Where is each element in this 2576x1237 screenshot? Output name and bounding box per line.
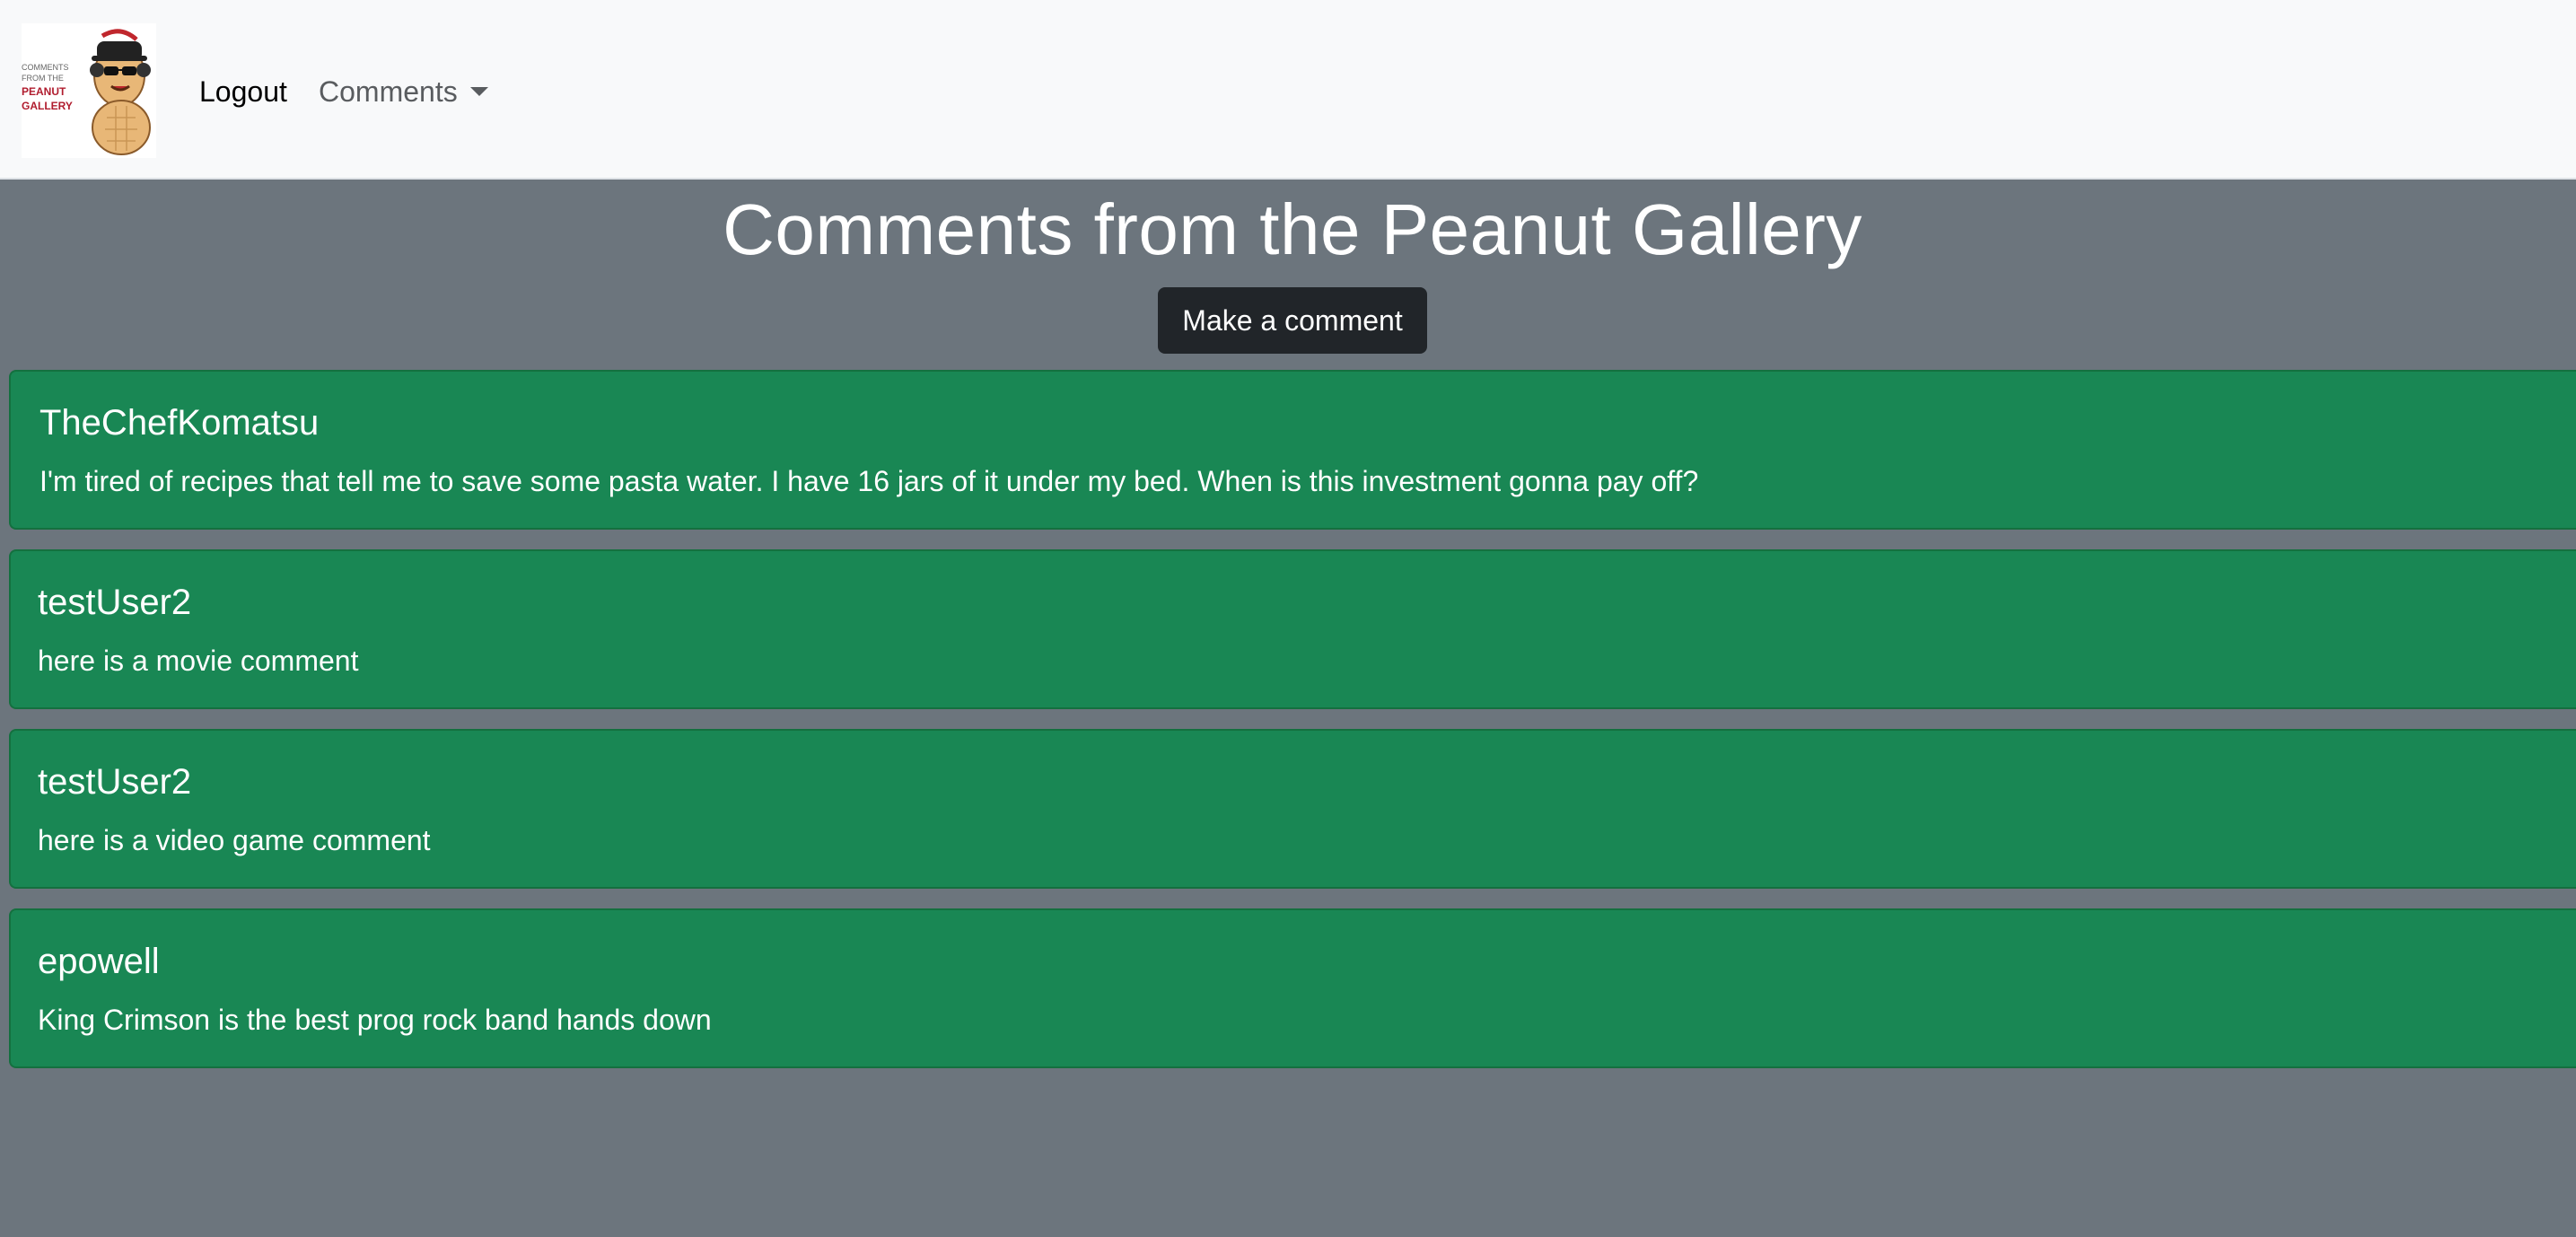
comment-username: testUser2 <box>38 583 192 622</box>
page-title: Comments from the Peanut Gallery <box>723 189 1862 269</box>
logo-text-line2: FROM THE <box>22 74 64 83</box>
logo-text-line3: PEANUT <box>22 85 66 98</box>
comment-username: TheChefKomatsu <box>39 403 320 443</box>
comment-username: testUser2 <box>38 762 192 802</box>
comment-text: here is a video game comment <box>38 824 431 856</box>
caret-down-icon <box>469 87 488 96</box>
make-comment-button[interactable]: Make a comment <box>1158 287 1427 354</box>
logout-link[interactable]: Logout <box>199 70 287 113</box>
comments-dropdown-label: Comments <box>319 75 458 108</box>
peanut-mascot-logo-icon: COMMENTS FROM THE PEANUT GALLERY <box>22 29 151 155</box>
brand-logo[interactable]: COMMENTS FROM THE PEANUT GALLERY <box>22 23 156 158</box>
navbar: COMMENTS FROM THE PEANUT GALLERY Logout … <box>0 0 2576 180</box>
comment-text: I'm tired of recipes that tell me to sav… <box>39 465 1699 497</box>
comment-text: here is a movie comment <box>38 645 359 677</box>
logo-text-line1: COMMENTS <box>22 63 69 72</box>
comment-username: epowell <box>38 942 160 981</box>
comments-dropdown[interactable]: Comments <box>319 70 488 113</box>
comment-card: testUser2 here is a movie comment <box>9 549 2576 709</box>
comment-card: epowell King Crimson is the best prog ro… <box>9 908 2576 1068</box>
comment-card: TheChefKomatsu I'm tired of recipes that… <box>9 370 2576 530</box>
comment-text: King Crimson is the best prog rock band … <box>38 1004 712 1036</box>
logo-text-line4: GALLERY <box>22 100 73 112</box>
comment-card: testUser2 here is a video game comment <box>9 729 2576 889</box>
